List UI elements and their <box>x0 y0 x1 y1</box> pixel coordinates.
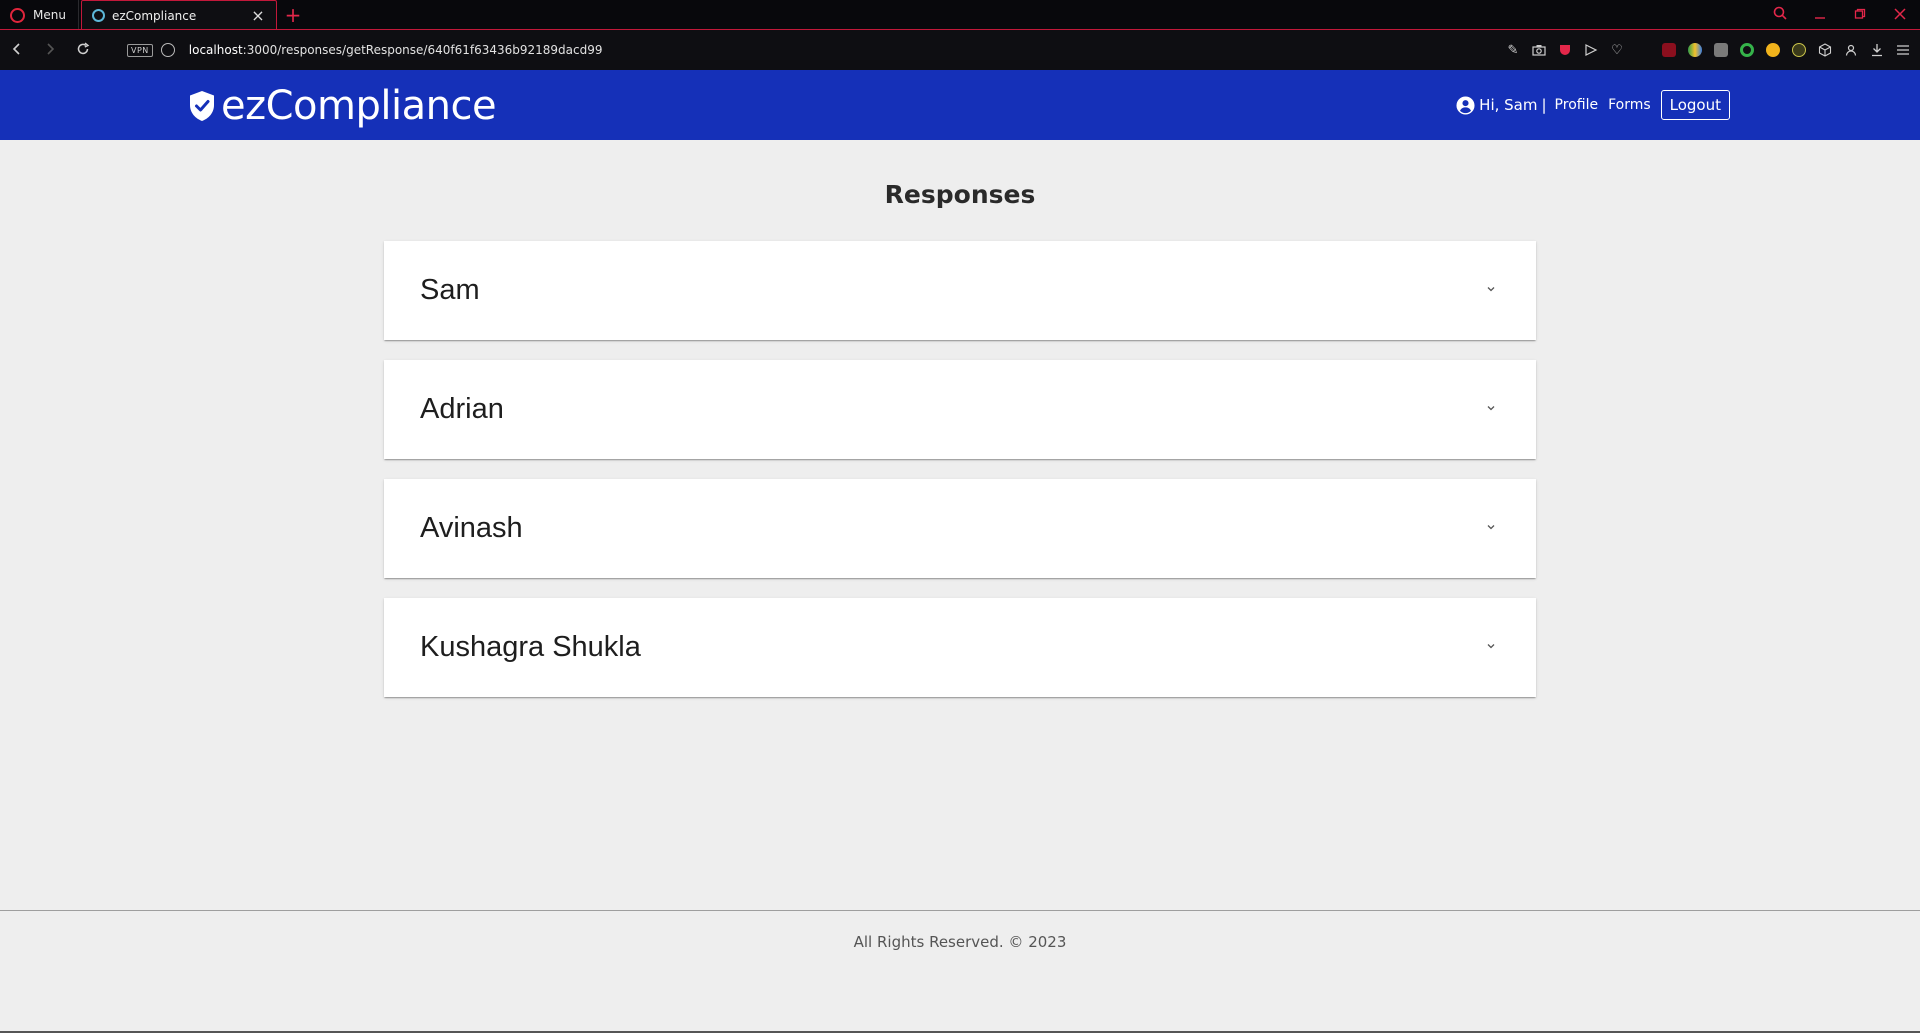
restore-icon[interactable] <box>1840 6 1880 24</box>
page-footer: All Rights Reserved. © 2023 <box>0 910 1920 1033</box>
app-header: ezCompliance Hi, Sam | Profile Forms Log… <box>0 70 1920 140</box>
brand-name: ezCompliance <box>221 83 497 129</box>
response-accordion-item[interactable]: Adrian <box>384 360 1536 459</box>
user-greeting: Hi, Sam <box>1479 96 1538 114</box>
shield-check-icon <box>190 91 214 121</box>
response-accordion-item[interactable]: Avinash <box>384 479 1536 578</box>
site-info-globe-icon[interactable] <box>160 43 175 57</box>
chevron-down-icon[interactable] <box>1486 403 1496 413</box>
reload-icon[interactable] <box>66 40 99 61</box>
json-extension-icon[interactable] <box>1790 41 1808 59</box>
edit-icon[interactable]: ✎ <box>1504 41 1522 59</box>
browser-tab-active[interactable]: ezCompliance × <box>80 0 277 30</box>
browser-menu-button[interactable]: Menu <box>0 0 79 30</box>
close-window-icon[interactable] <box>1880 6 1920 24</box>
minimize-icon[interactable] <box>1800 6 1840 24</box>
response-accordion-item[interactable]: Sam <box>384 241 1536 340</box>
url-field[interactable]: localhost:3000/responses/getResponse/640… <box>189 43 603 57</box>
chevron-down-icon[interactable] <box>1486 641 1496 651</box>
yellow-extension-icon[interactable] <box>1764 41 1782 59</box>
new-tab-button[interactable]: + <box>277 0 309 30</box>
window-controls <box>1760 0 1920 30</box>
url-path: :3000/responses/getResponse/640f61f63436… <box>242 43 603 57</box>
send-icon[interactable] <box>1582 41 1600 59</box>
download-icon[interactable] <box>1868 41 1886 59</box>
account-circle-icon <box>1456 95 1475 115</box>
respondent-name: Adrian <box>420 393 504 425</box>
extension-badge-icon[interactable] <box>1712 41 1730 59</box>
brand-logo[interactable]: ezCompliance <box>187 83 497 129</box>
drive-extension-icon[interactable] <box>1686 41 1704 59</box>
tab-close-icon[interactable]: × <box>250 6 266 25</box>
url-host: localhost <box>188 43 243 57</box>
vpn-badge[interactable]: VPN <box>127 43 153 57</box>
copyright-text: All Rights Reserved. © 2023 <box>853 933 1067 951</box>
browser-menu-label: Menu <box>33 8 66 22</box>
forms-link[interactable]: Forms <box>1608 97 1651 113</box>
response-accordion-item[interactable]: Kushagra Shukla <box>384 598 1536 697</box>
back-icon[interactable] <box>0 40 33 61</box>
heart-icon[interactable]: ♡ <box>1608 41 1626 59</box>
ublock-icon[interactable] <box>1660 41 1678 59</box>
browser-search-icon[interactable] <box>1760 6 1800 24</box>
profile-link[interactable]: Profile <box>1555 97 1599 113</box>
react-favicon-icon <box>91 9 105 22</box>
chevron-down-icon[interactable] <box>1486 284 1496 294</box>
cube-icon[interactable] <box>1816 41 1834 59</box>
toolbar-extensions: ✎ ♡ <box>1504 41 1920 59</box>
chevron-down-icon[interactable] <box>1486 522 1496 532</box>
browser-tab-bar: Menu ezCompliance × + <box>0 0 1920 30</box>
profile-icon[interactable] <box>1842 41 1860 59</box>
logout-button[interactable]: Logout <box>1660 90 1730 120</box>
camera-icon[interactable] <box>1530 41 1548 59</box>
browser-address-bar: VPN localhost:3000/responses/getResponse… <box>0 30 1920 70</box>
respondent-name: Sam <box>420 274 480 306</box>
header-nav: Hi, Sam | Profile Forms Logout <box>1456 90 1730 120</box>
tab-title: ezCompliance <box>111 8 197 23</box>
nav-separator: | <box>1541 96 1547 114</box>
respondent-name: Avinash <box>420 512 523 544</box>
pocket-icon[interactable] <box>1556 41 1574 59</box>
respondent-name: Kushagra Shukla <box>420 631 641 663</box>
green-ring-extension-icon[interactable] <box>1738 41 1756 59</box>
easy-setup-menu-icon[interactable] <box>1894 41 1912 59</box>
page-title: Responses <box>884 180 1036 209</box>
forward-icon[interactable] <box>33 40 66 61</box>
opera-logo-icon <box>10 7 25 23</box>
